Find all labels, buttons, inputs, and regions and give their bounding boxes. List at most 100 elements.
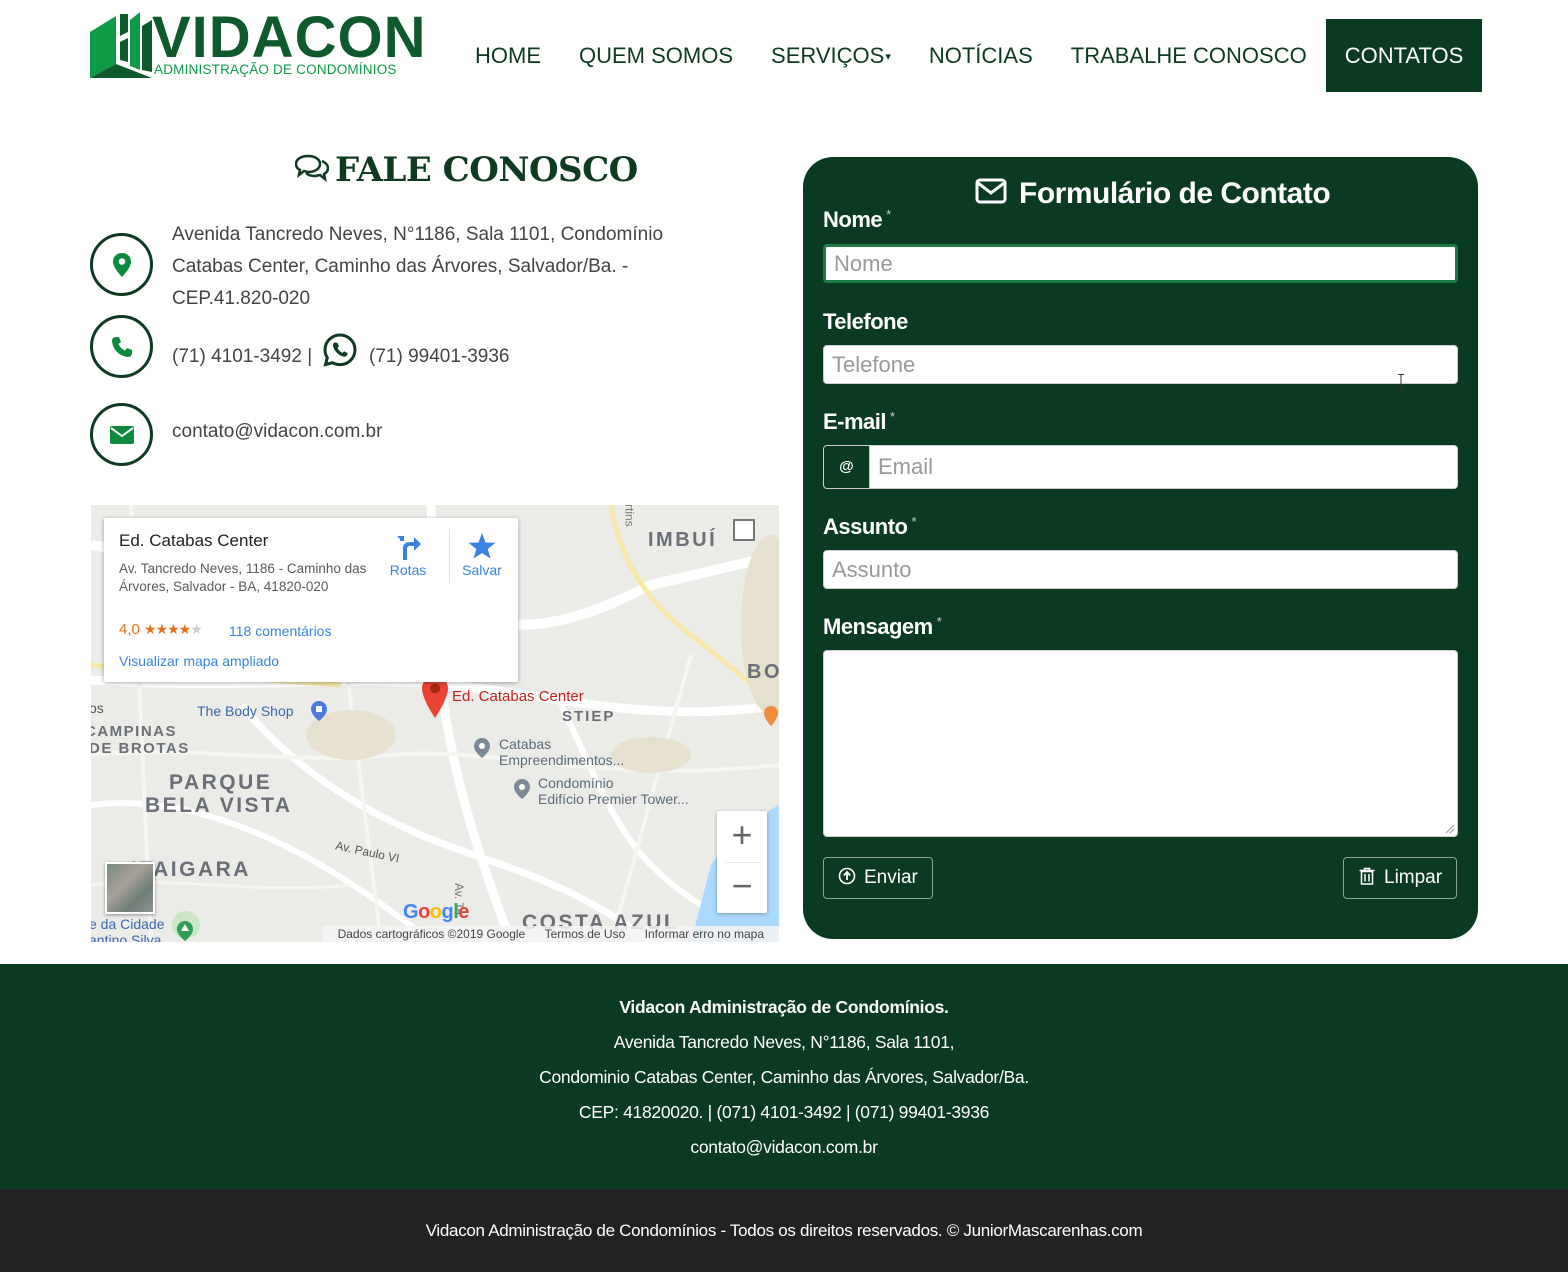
required-mark: * <box>911 514 917 529</box>
map-label-de-brotas: DE BROTAS <box>91 740 190 757</box>
address-icon-circle <box>90 233 153 296</box>
map-data-credit: Dados cartográficos ©2019 Google <box>337 927 526 941</box>
map-place-premier-1: Condomínio <box>538 775 614 791</box>
rating-stars-icon: ★★★★★ <box>144 621 203 637</box>
nav-home[interactable]: HOME <box>456 19 560 92</box>
address-line: Catabas Center, Caminho das Árvores, Sal… <box>172 256 629 277</box>
clear-button[interactable]: Limpar <box>1343 857 1458 899</box>
nav-contatos-label: CONTATOS <box>1344 43 1464 68</box>
google-logo: Google <box>403 901 469 923</box>
map-label-bo: BO <box>747 661 779 683</box>
nav-trabalhe-conosco-label: TRABALHE CONOSCO <box>1070 43 1307 68</box>
clear-label: Limpar <box>1384 867 1443 888</box>
copyright-bar: Vidacon Administração de Condomínios - T… <box>0 1189 1568 1272</box>
required-mark: * <box>886 207 891 222</box>
place-pin-icon <box>474 738 490 758</box>
nav-noticias[interactable]: NOTÍCIAS <box>910 19 1052 92</box>
submit-button[interactable]: Enviar <box>823 857 933 899</box>
contact-form-card: Formulário de Contato Nome * Nome Telefon… <box>803 157 1478 939</box>
caret-down-icon: ▾ <box>885 50 891 63</box>
place-reviews-link[interactable]: 118 comentários <box>229 623 331 639</box>
map-report-link[interactable]: Informar erro no mapa <box>645 927 764 941</box>
save-place-label: Salvar <box>462 562 502 578</box>
subject-label: Assunto * <box>823 514 917 540</box>
map-terms-link[interactable]: Termos de Uso <box>545 927 626 941</box>
map-label-parque: PARQUE <box>169 771 273 794</box>
place-rating-value: 4,0 <box>119 621 140 638</box>
address-line: Avenida Tancredo Neves, N°1186, Sala 110… <box>172 224 664 245</box>
email-text[interactable]: contato@vidacon.com.br <box>172 416 382 448</box>
footer-email[interactable]: contato@vidacon.com.br <box>0 1137 1568 1158</box>
trash-icon <box>1359 867 1375 885</box>
phone-text[interactable]: (71) 4101-3492 | <box>172 341 312 373</box>
phone-label: Telefone <box>823 309 908 335</box>
map-pin-label: Ed. Catabas Center <box>452 688 584 705</box>
message-label: Mensagem * <box>823 614 942 640</box>
site-header: VIDACON ADMINISTRAÇÃO DE CONDOMÍNIOS HOM… <box>0 0 1568 110</box>
enlarge-map-link[interactable]: Visualizar mapa ampliado <box>119 653 279 669</box>
subject-input[interactable]: Assunto <box>823 550 1458 589</box>
email-label-text: E-mail <box>823 409 887 434</box>
email-input[interactable]: Email <box>869 445 1458 489</box>
form-title: Formulário de Contato <box>975 177 1331 211</box>
address-text: Avenida Tancredo Neves, N°1186, Sala 110… <box>172 219 663 315</box>
save-place-button[interactable]: Salvar <box>450 530 514 578</box>
directions-label: Rotas <box>389 562 427 578</box>
map-place-body-shop[interactable]: The Body Shop <box>197 703 294 719</box>
zoom-in-button[interactable]: + <box>717 811 767 862</box>
at-sign-icon: @ <box>823 445 870 489</box>
map-place-premier-2: Edifício Premier Tower... <box>538 791 689 807</box>
nav-servicos[interactable]: SERVIÇOS▾ <box>752 19 910 92</box>
map-place-santo-silva: antino Silva <box>91 932 162 942</box>
envelope-outline-icon <box>975 178 1007 204</box>
name-label: Nome * <box>823 207 891 233</box>
phone-icon-circle <box>90 315 153 378</box>
subject-label-text: Assunto <box>823 514 908 539</box>
nav-quem-somos-label: QUEM SOMOS <box>579 43 734 68</box>
park-pin-icon <box>177 921 193 941</box>
logo[interactable]: VIDACON ADMINISTRAÇÃO DE CONDOMÍNIOS <box>90 8 425 80</box>
submit-label: Enviar <box>864 867 918 888</box>
star-icon <box>468 533 496 559</box>
name-label-text: Nome <box>823 207 883 232</box>
satellite-toggle[interactable] <box>105 862 155 914</box>
nav-trabalhe-conosco[interactable]: TRABALHE CONOSCO <box>1052 19 1326 92</box>
map-checkbox[interactable] <box>733 519 755 541</box>
place-pin-icon <box>514 779 530 799</box>
nav-quem-somos[interactable]: QUEM SOMOS <box>560 19 752 92</box>
arrow-circle-up-icon <box>838 867 856 885</box>
map-label-imbui: IMBUÍ <box>648 529 718 551</box>
resize-handle-icon[interactable] <box>1445 824 1455 834</box>
email-icon-circle <box>90 403 153 466</box>
logo-mark-icon <box>90 12 152 78</box>
footer-company: Vidacon Administração de Condomínios. <box>619 997 949 1017</box>
name-input[interactable]: Nome <box>823 244 1458 283</box>
site-footer: Vidacon Administração de Condomínios. Av… <box>0 964 1568 1189</box>
place-title: Ed. Catabas Center <box>119 531 269 550</box>
shopping-pin-icon <box>311 701 327 721</box>
footer-cep-phones: CEP: 41820020. | (071) 4101-3492 | (071)… <box>578 1102 990 1122</box>
message-textarea[interactable] <box>823 650 1458 837</box>
google-map[interactable]: IMBUÍ BO CAMPINAS DE BROTAS PARQUE BELA … <box>91 505 779 942</box>
phone-icon <box>111 336 132 357</box>
zoom-divider <box>725 862 759 863</box>
whatsapp-text[interactable]: (71) 99401-3936 <box>369 341 510 373</box>
phone-input[interactable]: Telefone <box>823 345 1458 384</box>
map-label-bela-vista: BELA VISTA <box>145 794 293 817</box>
map-place-da-cidade: e da Cidade <box>91 916 165 932</box>
fale-conosco-title: FALE CONOSCO <box>295 150 638 190</box>
map-street-artins: artins <box>622 505 637 527</box>
restaurant-pin-icon <box>764 706 778 726</box>
place-rating: 4,0 ★★★★★ <box>119 621 203 638</box>
nav-noticias-label: NOTÍCIAS <box>928 43 1033 68</box>
directions-button[interactable]: Rotas <box>376 530 440 578</box>
footer-address-1: Avenida Tancredo Neves, N°1186, Sala 110… <box>613 1032 955 1052</box>
map-label-campinas: CAMPINAS <box>91 723 178 740</box>
text-cursor-icon <box>1398 374 1404 390</box>
required-mark: * <box>936 614 942 629</box>
nav-contatos[interactable]: CONTATOS <box>1325 19 1483 92</box>
map-label-os: os <box>91 700 104 716</box>
zoom-out-button[interactable]: − <box>717 862 767 913</box>
envelope-icon <box>109 425 134 444</box>
form-title-text: Formulário de Contato <box>1019 177 1331 210</box>
